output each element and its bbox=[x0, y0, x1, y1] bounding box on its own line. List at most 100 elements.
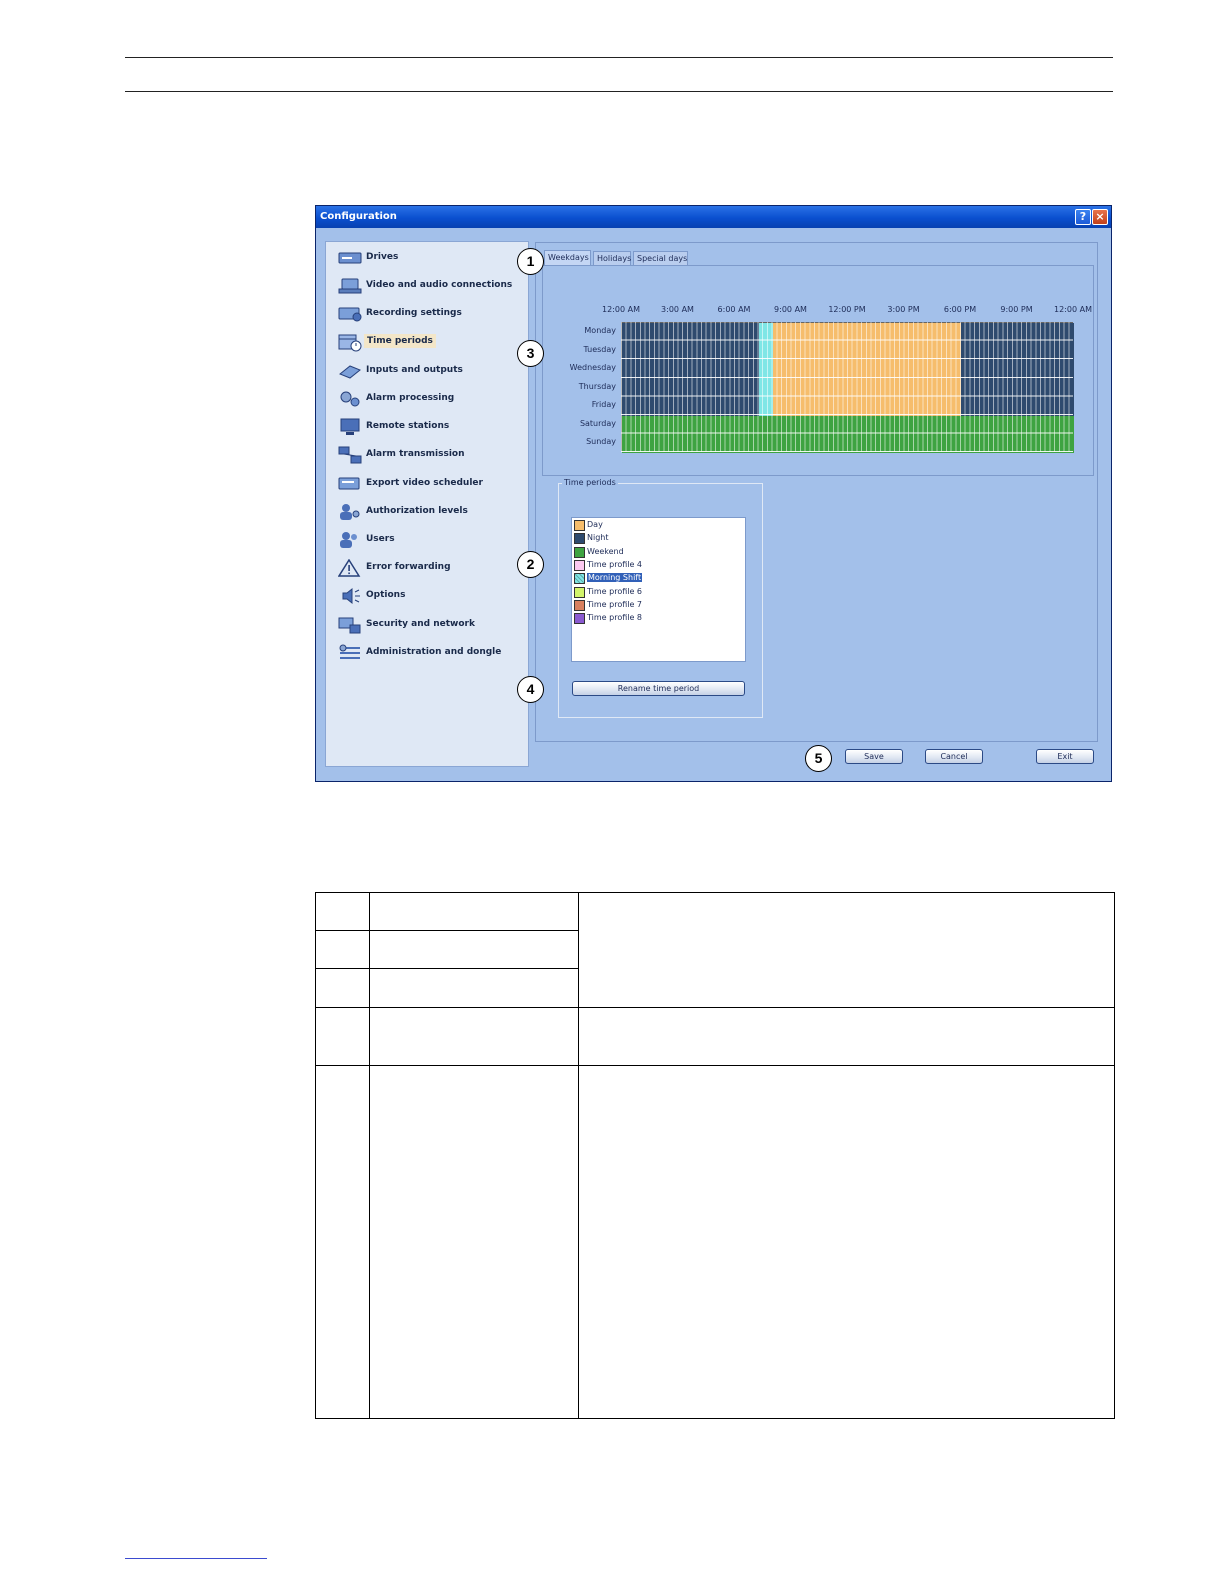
table-cell bbox=[315, 930, 370, 969]
sidebar-item-label: Time periods bbox=[364, 333, 436, 348]
time-axis-label: 12:00 AM bbox=[1054, 305, 1092, 314]
time-period-label: Night bbox=[587, 533, 609, 543]
schedule-segment[interactable] bbox=[622, 415, 1074, 435]
schedule-segment[interactable] bbox=[772, 397, 961, 416]
sidebar-item-label: Security and network bbox=[366, 618, 475, 629]
schedule-segment[interactable] bbox=[758, 341, 773, 361]
tab-special-days[interactable]: Special days bbox=[633, 251, 688, 265]
time-axis-label: 3:00 AM bbox=[661, 305, 694, 314]
schedule-segment[interactable] bbox=[772, 323, 961, 342]
sidebar-item-recording-settings[interactable]: Recording settings bbox=[336, 304, 526, 326]
time-period-item[interactable]: Morning Shift bbox=[573, 572, 733, 585]
schedule-segment[interactable] bbox=[961, 360, 1074, 379]
table-cell bbox=[315, 968, 370, 1008]
time-period-item[interactable]: Time profile 4 bbox=[573, 559, 733, 571]
time-period-item[interactable]: Time profile 6 bbox=[573, 586, 733, 598]
time-periods-list[interactable]: Day Night Weekend Time profile 4 Morning Shi… bbox=[571, 517, 746, 662]
day-label: Friday bbox=[591, 400, 616, 410]
schedule-segment[interactable] bbox=[961, 323, 1074, 342]
sidebar-nav: Drives Video and audio connections Recordi… bbox=[325, 241, 529, 767]
monitor-icon bbox=[338, 418, 362, 436]
schedule-segment[interactable] bbox=[758, 360, 773, 379]
table-cell bbox=[369, 1007, 579, 1066]
sidebar-item-options[interactable]: Options bbox=[336, 586, 526, 608]
time-period-item[interactable]: Day bbox=[573, 519, 733, 531]
time-period-item[interactable]: Weekend bbox=[573, 546, 733, 558]
time-axis-label: 6:00 AM bbox=[717, 305, 751, 314]
exit-button[interactable]: Exit bbox=[1036, 749, 1094, 764]
sidebar-item-label: Drives bbox=[366, 252, 399, 262]
schedule-segment[interactable] bbox=[622, 434, 1074, 453]
schedule-grid[interactable] bbox=[621, 322, 1074, 453]
sidebar-item-administration-and-dongle[interactable]: Administration and dongle bbox=[336, 643, 526, 665]
schedule-segment[interactable] bbox=[758, 378, 773, 398]
callout-4: 4 bbox=[517, 676, 544, 703]
help-icon[interactable]: ? bbox=[1075, 209, 1091, 225]
schedule-segment[interactable] bbox=[622, 378, 759, 398]
sidebar-item-security-and-network[interactable]: Security and network bbox=[336, 615, 526, 637]
sidebar-item-drives[interactable]: Drives bbox=[336, 248, 526, 270]
color-swatch bbox=[574, 586, 585, 598]
legend-table bbox=[315, 892, 1115, 1419]
header-rule-bottom bbox=[125, 91, 1113, 92]
tab-weekdays[interactable]: Weekdays bbox=[544, 250, 591, 265]
table-cell bbox=[369, 892, 579, 931]
sidebar-item-users[interactable]: Users bbox=[336, 530, 526, 552]
recording-icon bbox=[338, 305, 362, 323]
schedule-segment[interactable] bbox=[961, 378, 1074, 398]
schedule-segment[interactable] bbox=[758, 397, 773, 416]
drive-icon bbox=[338, 249, 362, 267]
time-axis-label: 12:00 PM bbox=[828, 305, 866, 314]
sidebar-item-alarm-processing[interactable]: Alarm processing bbox=[336, 389, 526, 411]
sidebar-item-error-forwarding[interactable]: Error forwarding bbox=[336, 558, 526, 580]
time-period-item[interactable]: Time profile 8 bbox=[573, 612, 733, 625]
table-cell bbox=[315, 1065, 370, 1419]
warning-icon bbox=[337, 558, 362, 577]
day-label: Thursday bbox=[578, 381, 616, 391]
sidebar-item-authorization-levels[interactable]: Authorization levels bbox=[336, 502, 526, 524]
schedule-segment[interactable] bbox=[622, 341, 759, 361]
schedule-segment[interactable] bbox=[961, 397, 1074, 416]
schedule-segment[interactable] bbox=[961, 341, 1074, 361]
export-icon bbox=[338, 475, 362, 493]
table-cell bbox=[315, 1007, 370, 1066]
schedule-segment[interactable] bbox=[772, 378, 961, 398]
callout-3: 3 bbox=[517, 340, 544, 367]
schedule-segment[interactable] bbox=[622, 360, 759, 379]
video-connection-icon bbox=[338, 277, 362, 295]
save-button[interactable]: Save bbox=[845, 749, 903, 764]
schedule-segment[interactable] bbox=[772, 341, 961, 361]
time-period-item[interactable]: Night bbox=[573, 532, 733, 545]
time-axis-label: 9:00 AM bbox=[774, 305, 807, 314]
table-cell bbox=[315, 892, 370, 931]
sidebar-item-export-video-scheduler[interactable]: Export video scheduler bbox=[336, 474, 526, 496]
sidebar-item-label: Users bbox=[366, 534, 395, 544]
schedule-segment[interactable] bbox=[758, 323, 773, 342]
sidebar-item-remote-stations[interactable]: Remote stations bbox=[336, 417, 526, 439]
schedule-segment[interactable] bbox=[772, 360, 961, 379]
time-period-item[interactable]: Time profile 7 bbox=[573, 599, 733, 611]
sidebar-item-alarm-transmission[interactable]: Alarm transmission bbox=[336, 445, 526, 467]
schedule-segment[interactable] bbox=[622, 323, 759, 342]
color-swatch bbox=[574, 573, 585, 585]
footer-link-underline[interactable] bbox=[125, 1558, 267, 1559]
title-bar[interactable]: Configuration ? × bbox=[316, 206, 1111, 228]
rename-time-period-button[interactable]: Rename time period bbox=[572, 681, 745, 696]
sidebar-item-time-periods[interactable]: Time periods bbox=[336, 333, 526, 355]
table-cell bbox=[369, 968, 579, 1008]
sidebar-item-video-and-audio-connections[interactable]: Video and audio connections bbox=[336, 276, 526, 298]
time-period-label: Morning Shift bbox=[587, 573, 643, 583]
tab-holidays[interactable]: Holidays bbox=[593, 251, 631, 265]
users-key-icon bbox=[338, 503, 362, 521]
color-swatch bbox=[574, 546, 585, 558]
network-icon bbox=[338, 446, 362, 464]
sidebar-item-label: Alarm processing bbox=[366, 393, 455, 403]
schedule-segment[interactable] bbox=[622, 397, 759, 416]
cancel-button[interactable]: Cancel bbox=[925, 749, 983, 764]
time-periods-group-title: Time periods bbox=[562, 478, 618, 487]
time-axis-label: 3:00 PM bbox=[887, 305, 920, 314]
sidebar-item-label: Authorization levels bbox=[366, 505, 468, 516]
close-icon[interactable]: × bbox=[1092, 209, 1108, 225]
sidebar-item-inputs-and-outputs[interactable]: Inputs and outputs bbox=[336, 361, 526, 383]
lock-icon bbox=[338, 616, 362, 634]
